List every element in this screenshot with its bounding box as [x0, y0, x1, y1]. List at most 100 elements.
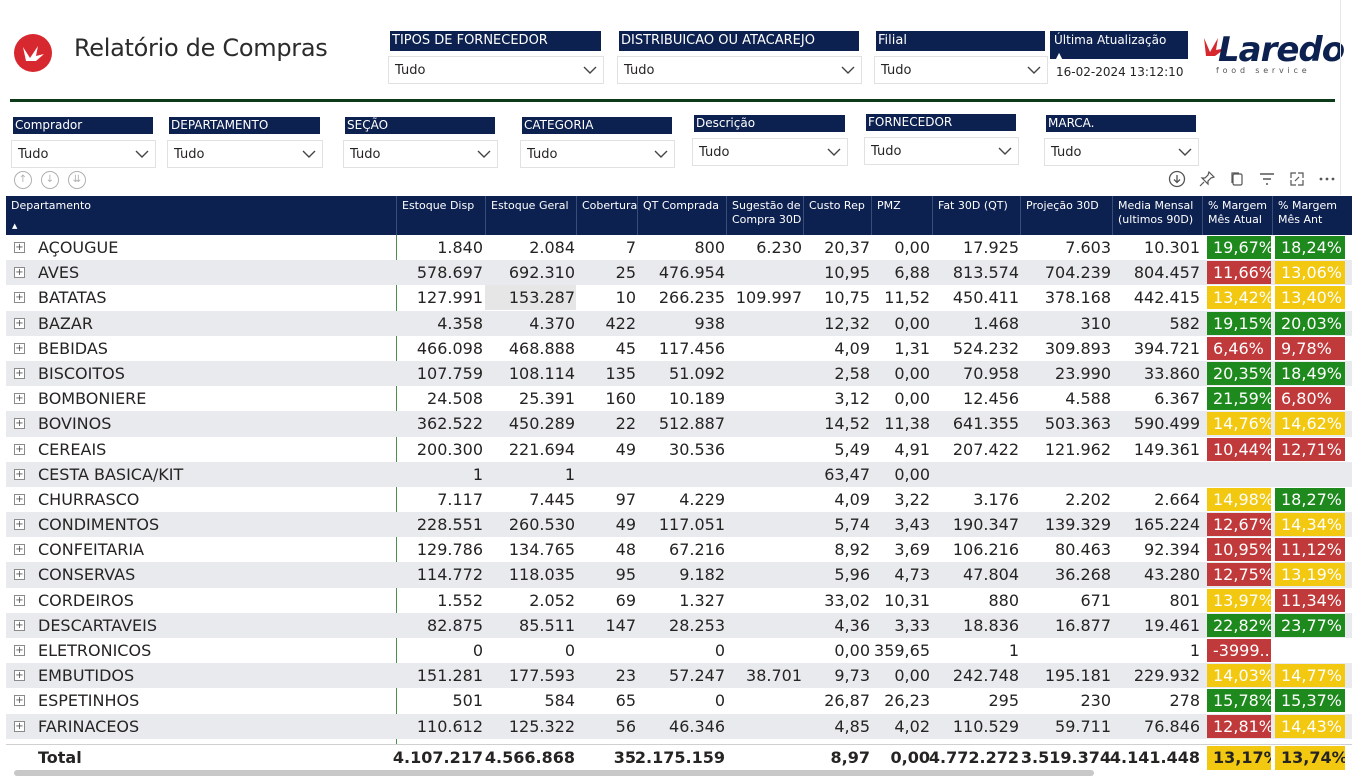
table-cell: 22	[615, 414, 636, 434]
table-cell: 7.117	[437, 489, 483, 509]
table-row[interactable]: + BAZAR 4.358 4.370 422 938 12,32 0,00 1.468 310 5…	[6, 310, 1352, 336]
department-name: BISCOITOS	[38, 363, 125, 383]
slicer-value: Tudo	[18, 147, 49, 162]
department-name: EMBUTIDOS	[38, 666, 135, 686]
table-row[interactable]: + CONFEITARIA 129.786 134.765 48 67.216 8,92 3,…	[6, 537, 1352, 562]
table-row[interactable]: + CESTA BASICA/KIT 1 1 63,47 0,00	[6, 461, 1352, 487]
expand-plus-icon[interactable]: +	[14, 720, 25, 732]
table-cell: 92.394	[1144, 540, 1200, 560]
column-header[interactable]: Custo Rep	[803, 196, 865, 235]
margin-previous-cell: 18,27%	[1275, 487, 1345, 511]
expand-plus-icon[interactable]: +	[14, 342, 25, 354]
table-cell: 359,65	[874, 641, 930, 660]
table-row[interactable]: + BOMBONIERE 24.508 25.391 160 10.189 3,12 0,00…	[6, 386, 1352, 411]
table-cell: 38.701	[746, 666, 802, 686]
column-header[interactable]: Projeção 30D	[1020, 196, 1099, 235]
table-row[interactable]: + FARINACEOS 110.612 125.322 56 46.346 4,85 4,0…	[6, 713, 1352, 739]
expand-plus-icon[interactable]: +	[14, 594, 25, 606]
slicer-dropdown[interactable]: Tudo	[167, 140, 323, 168]
column-header[interactable]: Fat 30D (QT)	[932, 196, 1008, 235]
slicer-dropdown[interactable]: Tudo	[874, 56, 1048, 84]
table-cell: 4,73	[894, 565, 930, 585]
expand-plus-icon[interactable]: +	[14, 544, 25, 556]
expand-plus-icon[interactable]: +	[14, 393, 25, 405]
table-row[interactable]: + DESCARTAVEIS 82.875 85.511 147 28.253 4,36 3,…	[6, 612, 1352, 638]
table-row[interactable]: + BATATAS 127.991 153.287 10 266.235 109.997 10…	[6, 285, 1352, 310]
filter-icon[interactable]	[1258, 170, 1276, 188]
drill-mode-icon[interactable]	[1168, 170, 1186, 188]
table-row[interactable]: + CHURRASCO 7.117 7.445 97 4.229 4,09 3,22 3.176…	[6, 487, 1352, 512]
table-cell: 190.347	[952, 515, 1019, 535]
column-header-sublabel: Compra 30D	[732, 213, 802, 226]
table-cell: 30.536	[669, 439, 725, 459]
table-cell: 4,09	[834, 489, 870, 509]
expand-plus-icon[interactable]: +	[14, 418, 25, 430]
last-update-value: 16-02-2024 13:12:10	[1056, 65, 1184, 79]
expand-plus-icon[interactable]: +	[14, 569, 25, 581]
more-options-icon[interactable]	[1318, 170, 1336, 188]
margin-current-cell: 19,15%	[1207, 311, 1271, 335]
column-header[interactable]: Cobertura	[576, 196, 637, 235]
table-row[interactable]: + ESPETINHOS 501 584 65 0 26,87 26,23 295 230 278 1…	[6, 688, 1352, 713]
expand-plus-icon[interactable]: +	[14, 317, 25, 329]
horizontal-scrollbar[interactable]	[14, 770, 1094, 776]
slicer-dropdown[interactable]: Tudo	[617, 56, 862, 84]
expand-plus-icon[interactable]: +	[14, 242, 25, 253]
slicer-dropdown[interactable]: Tudo	[1044, 138, 1199, 166]
table-cell: 4,36	[834, 615, 870, 635]
expand-plus-icon[interactable]: +	[14, 468, 25, 480]
table-row[interactable]: + CONDIMENTOS 228.551 260.530 49 117.051 5,74 3…	[6, 512, 1352, 538]
drill-down-icon[interactable]: ↓	[41, 171, 59, 189]
column-header[interactable]: QT Comprada	[637, 196, 719, 235]
column-header[interactable]: Media Mensal (ultimos 90D)	[1112, 196, 1193, 235]
expand-plus-icon[interactable]: +	[14, 619, 25, 631]
slicer-dropdown[interactable]: Tudo	[520, 140, 675, 168]
drill-controls: ↑ ↓ ⇊	[14, 171, 86, 189]
table-row[interactable]: + CORDEIROS 1.552 2.052 69 1.327 33,02 10,31 880…	[6, 588, 1352, 613]
column-header[interactable]: PMZ	[871, 196, 901, 235]
sort-ascending-icon[interactable]: ▲	[12, 222, 17, 230]
copy-icon[interactable]	[1228, 170, 1246, 188]
expand-plus-icon[interactable]: +	[14, 443, 25, 455]
table-row[interactable]: + BOVINOS 362.522 450.289 22 512.887 14,52 11,3…	[6, 411, 1352, 437]
expand-plus-icon[interactable]: +	[14, 267, 25, 279]
column-header[interactable]: Estoque Geral	[485, 196, 569, 235]
column-header-label: Sugestão de	[732, 199, 801, 212]
expand-plus-icon[interactable]: +	[14, 493, 25, 505]
column-header[interactable]: Departamento	[11, 199, 91, 213]
column-header[interactable]: Sugestão de Compra 30D	[726, 196, 801, 235]
expand-plus-icon[interactable]: +	[14, 292, 25, 304]
expand-plus-icon[interactable]: +	[14, 367, 25, 379]
table-row[interactable]: + ELETRONICOS 0 0 0 0,00 359,65 1 1 -3999...	[6, 638, 1352, 663]
pin-icon[interactable]	[1198, 170, 1216, 188]
focus-mode-icon[interactable]	[1288, 170, 1306, 188]
table-row[interactable]: + BISCOITOS 107.759 108.114 135 51.092 2,58 0,0…	[6, 360, 1352, 387]
table-cell: 3,12	[834, 389, 870, 409]
company-logo-icon	[14, 34, 52, 72]
table-row[interactable]: + AVES 578.697 692.310 25 476.954 10,95 6,88 813…	[6, 260, 1352, 286]
table-row[interactable]: + CEREAIS 200.300 221.694 49 30.536 5,49 4,91 20…	[6, 437, 1352, 462]
column-header[interactable]: % Margem Mês Ant	[1272, 196, 1337, 235]
table-row[interactable]: + CONSERVAS 114.772 118.035 95 9.182 5,96 4,73 4…	[6, 562, 1352, 588]
table-row[interactable]: + BEBIDAS 466.098 468.888 45 117.456 4,09 1,31 5…	[6, 336, 1352, 361]
slicer-dropdown[interactable]: Tudo	[864, 137, 1019, 165]
expand-plus-icon[interactable]: +	[14, 695, 25, 707]
slicer-dropdown[interactable]: Tudo	[692, 138, 848, 166]
drill-up-icon[interactable]: ↑	[14, 171, 32, 189]
margin-previous-cell: 18,49%	[1275, 361, 1345, 385]
column-header[interactable]: Estoque Disp	[396, 196, 474, 235]
table-row[interactable]: + EMBUTIDOS 151.281 177.593 23 57.247 38.701 9,…	[6, 663, 1352, 689]
total-margin-current: 13,17%	[1207, 746, 1271, 770]
column-header[interactable]: % Margem Mês Atual	[1202, 196, 1267, 235]
expand-plus-icon[interactable]: +	[14, 670, 25, 682]
table-row[interactable]: + AÇOUGUE 1.840 2.084 7 800 6.230 20,37 0,00 17.9…	[6, 235, 1352, 260]
slicer-dropdown[interactable]: Tudo	[343, 140, 498, 168]
expand-plus-icon[interactable]: +	[14, 519, 25, 531]
expand-plus-icon[interactable]: +	[14, 645, 25, 656]
table-cell: 4.229	[679, 489, 725, 509]
expand-all-icon[interactable]: ⇊	[68, 171, 86, 189]
slicer-dropdown[interactable]: Tudo	[11, 140, 156, 168]
slicer-dropdown[interactable]: Tudo	[388, 56, 604, 84]
table-cell: 1.468	[973, 313, 1019, 333]
table-cell: 800	[694, 238, 725, 257]
